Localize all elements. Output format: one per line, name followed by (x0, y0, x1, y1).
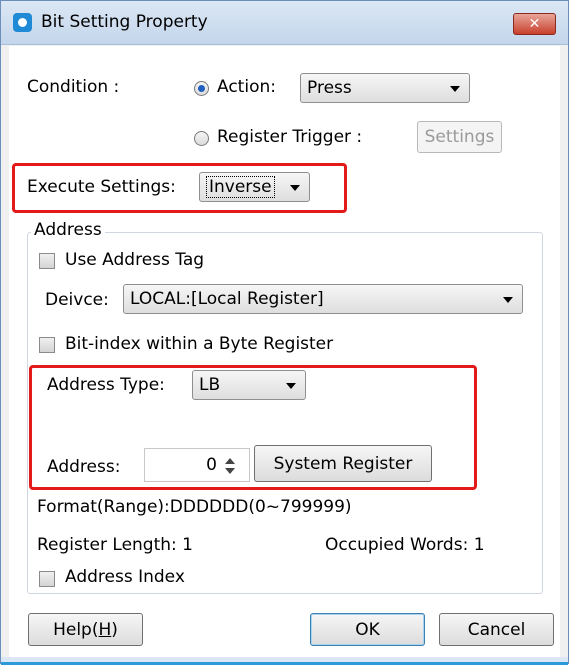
system-register-button[interactable]: System Register (254, 445, 432, 482)
dialog-body: Condition : Action: Press Register Trigg… (9, 46, 560, 657)
device-select[interactable]: LOCAL:[Local Register] (123, 284, 523, 314)
address-type-value: LB (199, 375, 221, 395)
help-button-prefix: Help( (53, 619, 99, 640)
occupied-words-text: Occupied Words: 1 (325, 535, 485, 555)
ok-button[interactable]: OK (310, 613, 425, 646)
spin-down-icon[interactable] (225, 468, 235, 474)
register-trigger-label: Register Trigger : (217, 127, 363, 147)
execute-select-value: Inverse (206, 176, 275, 198)
action-select-value: Press (307, 78, 352, 98)
ok-button-label: OK (355, 619, 380, 640)
format-range-text: Format(Range):DDDDDD(0~799999) (37, 497, 352, 517)
system-register-label: System Register (273, 453, 413, 474)
app-icon (13, 13, 32, 32)
bit-index-label: Bit-index within a Byte Register (65, 334, 334, 354)
address-type-select[interactable]: LB (192, 370, 306, 400)
action-label: Action: (217, 77, 276, 97)
condition-label: Condition : (27, 77, 120, 97)
address-value: 0 (206, 455, 217, 475)
dropdown-arrow-icon (286, 383, 296, 389)
address-type-label: Address Type: (47, 375, 165, 395)
address-index-label: Address Index (65, 567, 185, 587)
action-radio[interactable] (194, 81, 209, 96)
close-button[interactable]: ✕ (513, 13, 556, 35)
execute-settings-label: Execute Settings: (27, 177, 176, 197)
settings-button[interactable]: Settings (417, 121, 502, 153)
close-icon: ✕ (528, 16, 541, 32)
address-legend: Address (31, 220, 105, 240)
device-label: Deivce: (45, 290, 109, 310)
cancel-button[interactable]: Cancel (439, 613, 554, 646)
address-spinbox[interactable]: 0 (144, 448, 250, 482)
help-button-key: H (98, 619, 112, 640)
title-bar: Bit Setting Property ✕ (1, 1, 568, 45)
spin-up-icon[interactable] (225, 458, 235, 464)
help-button-suffix: ) (111, 619, 118, 640)
register-trigger-radio[interactable] (194, 131, 209, 146)
use-address-tag-label: Use Address Tag (65, 250, 205, 270)
dropdown-arrow-icon (290, 185, 300, 191)
settings-button-label: Settings (424, 127, 495, 147)
use-address-tag-checkbox[interactable] (39, 253, 55, 269)
action-select[interactable]: Press (300, 73, 470, 103)
dropdown-arrow-icon (450, 86, 460, 92)
address-index-checkbox[interactable] (39, 571, 55, 587)
bit-setting-dialog: Bit Setting Property ✕ Condition : Actio… (0, 0, 569, 665)
address-label: Address: (47, 457, 121, 477)
bit-index-checkbox[interactable] (39, 337, 55, 353)
register-length-text: Register Length: 1 (37, 535, 193, 555)
execute-select[interactable]: Inverse (199, 172, 310, 202)
cancel-button-label: Cancel (467, 619, 526, 640)
dropdown-arrow-icon (503, 297, 513, 303)
device-select-value: LOCAL:[Local Register] (130, 289, 324, 309)
window-title: Bit Setting Property (41, 12, 208, 32)
help-button[interactable]: Help(H) (28, 613, 143, 646)
